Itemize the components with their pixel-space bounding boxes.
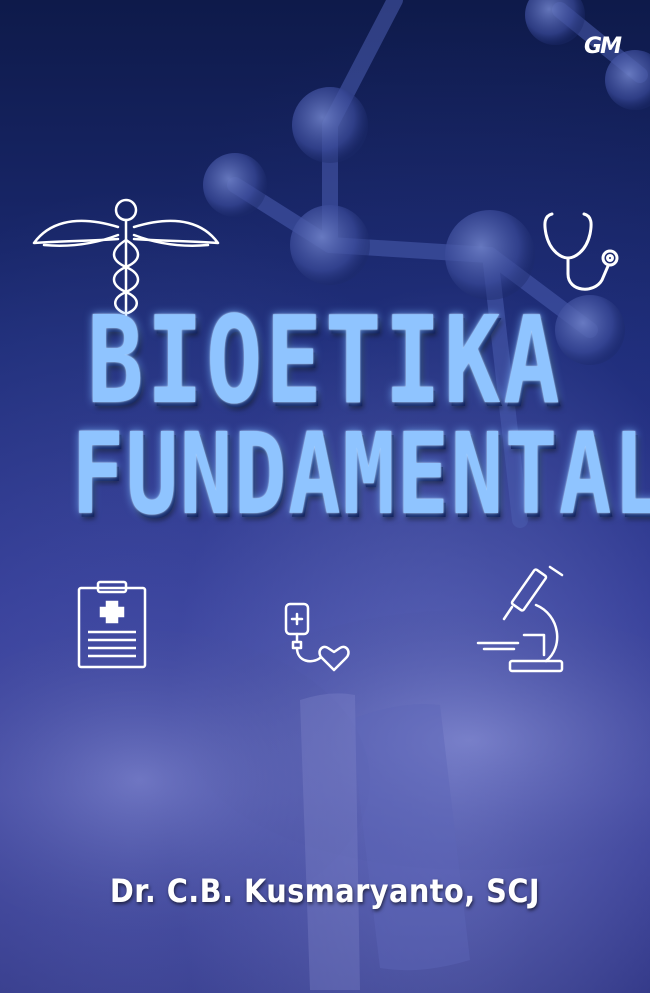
book-title-line2: FUNDAMENTAL: [71, 410, 650, 540]
clipboard-icon: [77, 580, 147, 669]
author-name: Dr. C.B. Kusmaryanto, SCJ: [109, 872, 541, 910]
microscope-icon: [476, 565, 564, 673]
stethoscope-icon: [543, 212, 619, 291]
publisher-logo: GM: [584, 34, 622, 59]
book-cover: GM BIOETIKA FUNDAMENTAL Dr. C.B. Kusmary…: [0, 0, 650, 993]
iv-bag-heart-icon: [284, 602, 350, 672]
